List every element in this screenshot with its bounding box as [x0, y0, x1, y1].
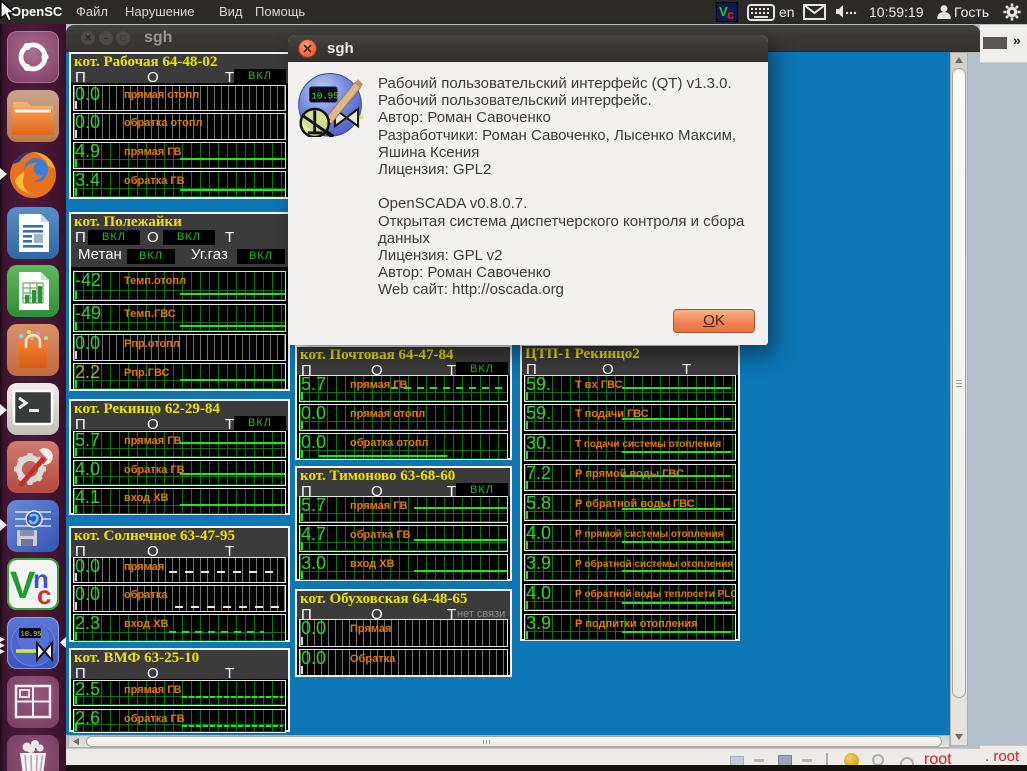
svg-text:10.95: 10.95: [311, 91, 338, 102]
svg-text:c: c: [37, 580, 51, 610]
svg-text:10.95: 10.95: [21, 631, 42, 639]
